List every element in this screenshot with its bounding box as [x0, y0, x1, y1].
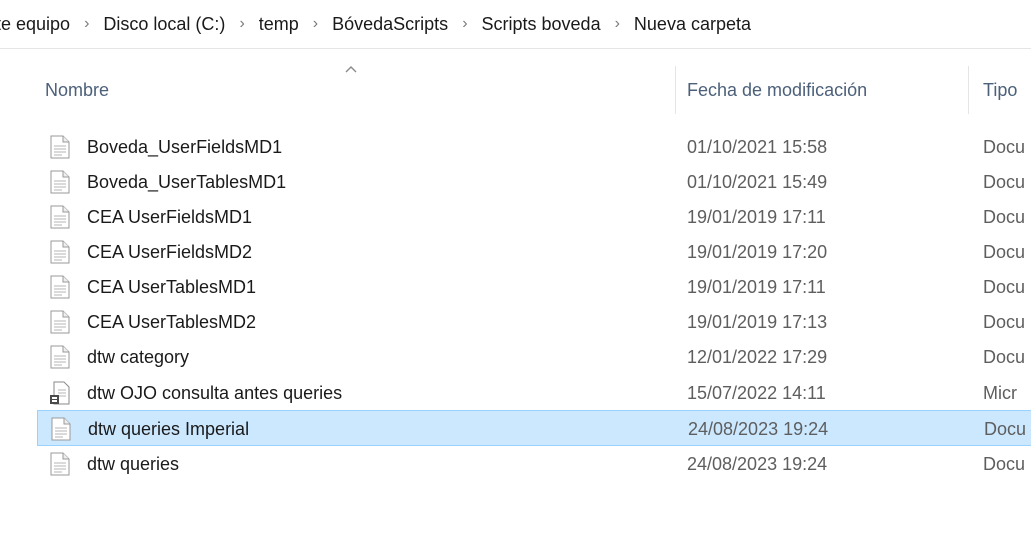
file-row[interactable]: dtw queries Imperial 24/08/2023 19:24 Docu [37, 410, 1031, 446]
column-divider[interactable] [968, 66, 969, 114]
file-date-modified: 01/10/2021 15:49 [687, 172, 828, 192]
file-type: Docu [983, 242, 1026, 262]
file-type: Docu [983, 172, 1026, 192]
breadcrumb-item-disco-local[interactable]: Disco local (C:) [101, 10, 227, 39]
file-name[interactable]: CEA UserFieldsMD1 [87, 207, 252, 228]
file-type: Micr [983, 383, 1017, 403]
file-type: Docu [983, 277, 1026, 297]
chevron-right-icon[interactable]: › [301, 15, 330, 33]
file-type: Docu [983, 347, 1026, 367]
breadcrumb-item-temp[interactable]: temp [257, 10, 301, 39]
file-row[interactable]: dtw category 12/01/2022 17:29 Docu [37, 339, 1031, 375]
file-date-modified: 24/08/2023 19:24 [688, 419, 829, 439]
address-bar[interactable]: te equipo › Disco local (C:) › temp › Bó… [0, 0, 1031, 49]
breadcrumb-item-nueva-carpeta[interactable]: Nueva carpeta [632, 10, 753, 39]
column-header-type[interactable]: Tipo [983, 80, 1017, 101]
file-date-modified: 19/01/2019 17:11 [687, 207, 826, 227]
file-row[interactable]: dtw queries 24/08/2023 19:24 Docu [37, 446, 1031, 482]
file-date-modified: 12/01/2022 17:29 [687, 347, 828, 367]
text-document-icon [50, 417, 72, 441]
file-name[interactable]: CEA UserTablesMD2 [87, 312, 256, 333]
file-date-modified: 01/10/2021 15:58 [687, 137, 828, 157]
sql-script-icon [49, 381, 71, 405]
breadcrumb-item-este-equipo[interactable]: te equipo [0, 10, 72, 39]
column-header-name[interactable]: Nombre [45, 80, 109, 101]
file-row[interactable]: CEA UserTablesMD1 19/01/2019 17:11 Docu [37, 269, 1031, 305]
file-name[interactable]: CEA UserTablesMD1 [87, 277, 256, 298]
file-type: Docu [983, 207, 1026, 227]
file-name[interactable]: CEA UserFieldsMD2 [87, 242, 252, 263]
file-row[interactable]: Boveda_UserFieldsMD1 01/10/2021 15:58 Docu [37, 129, 1031, 165]
breadcrumb-item-bovedascripts[interactable]: BóvedaScripts [330, 10, 450, 39]
sort-ascending-icon [345, 66, 357, 73]
file-date-modified: 24/08/2023 19:24 [687, 454, 828, 474]
file-type: Docu [984, 419, 1027, 439]
text-document-icon [49, 170, 71, 194]
file-row[interactable]: dtw OJO consulta antes queries 15/07/2022… [37, 375, 1031, 411]
breadcrumb: te equipo › Disco local (C:) › temp › Bó… [0, 10, 753, 39]
chevron-right-icon[interactable]: › [72, 15, 101, 33]
text-document-icon [49, 345, 71, 369]
chevron-right-icon[interactable]: › [227, 15, 256, 33]
column-header-row: Nombre Fecha de modificación Tipo [0, 62, 1031, 116]
file-name[interactable]: Boveda_UserTablesMD1 [87, 172, 286, 193]
file-row[interactable]: CEA UserFieldsMD2 19/01/2019 17:20 Docu [37, 234, 1031, 270]
chevron-right-icon[interactable]: › [603, 15, 632, 33]
chevron-right-icon[interactable]: › [450, 15, 479, 33]
file-name[interactable]: dtw queries [87, 454, 179, 475]
column-divider[interactable] [675, 66, 676, 114]
text-document-icon [49, 310, 71, 334]
breadcrumb-item-scripts-boveda[interactable]: Scripts boveda [480, 10, 603, 39]
file-type: Docu [983, 454, 1026, 474]
file-type: Docu [983, 312, 1026, 332]
file-name[interactable]: dtw category [87, 347, 189, 368]
file-name[interactable]: dtw queries Imperial [88, 419, 249, 440]
text-document-icon [49, 135, 71, 159]
file-date-modified: 19/01/2019 17:20 [687, 242, 828, 262]
column-header-date-modified[interactable]: Fecha de modificación [687, 80, 867, 101]
text-document-icon [49, 240, 71, 264]
file-type: Docu [983, 137, 1026, 157]
text-document-icon [49, 452, 71, 476]
file-row[interactable]: Boveda_UserTablesMD1 01/10/2021 15:49 Docu [37, 164, 1031, 200]
file-name[interactable]: Boveda_UserFieldsMD1 [87, 137, 282, 158]
file-date-modified: 15/07/2022 14:11 [687, 383, 826, 403]
file-date-modified: 19/01/2019 17:11 [687, 277, 826, 297]
file-name[interactable]: dtw OJO consulta antes queries [87, 383, 342, 404]
text-document-icon [49, 205, 71, 229]
file-date-modified: 19/01/2019 17:13 [687, 312, 828, 332]
file-row[interactable]: CEA UserTablesMD2 19/01/2019 17:13 Docu [37, 304, 1031, 340]
file-row[interactable]: CEA UserFieldsMD1 19/01/2019 17:11 Docu [37, 199, 1031, 235]
text-document-icon [49, 275, 71, 299]
